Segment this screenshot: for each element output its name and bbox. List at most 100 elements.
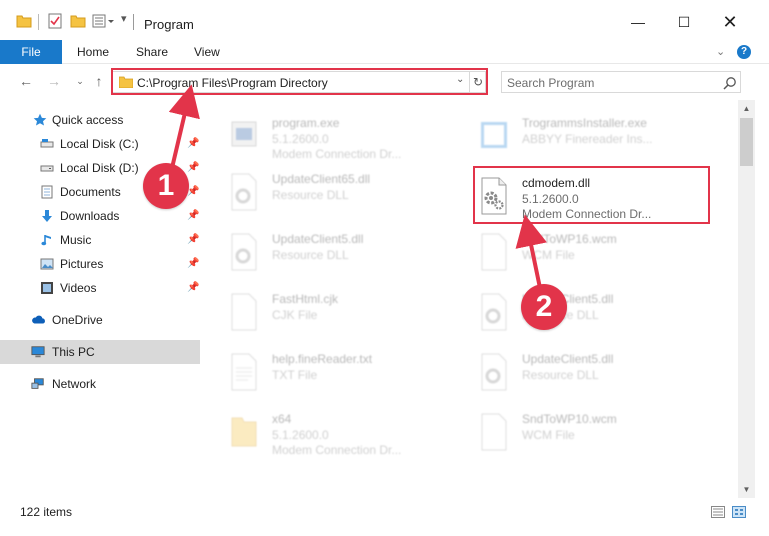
file-detail: Resource DLL <box>272 248 349 262</box>
tab-file[interactable]: File <box>0 40 62 64</box>
pin-icon[interactable]: 📌 <box>187 234 199 245</box>
tiles-view-icon[interactable] <box>732 506 746 518</box>
dll-gear-icon <box>231 233 257 271</box>
sidebar-item-label: Local Disk (C:) <box>60 137 139 151</box>
expand-ribbon-icon[interactable]: ⌄ <box>716 45 725 58</box>
file-item-help-finereader[interactable]: help.fineReader.txt TXT File <box>202 344 452 402</box>
navigation-pane: Quick access Local Disk (C:) 📌 Local Dis… <box>0 100 202 498</box>
file-item-x64[interactable]: x64 5.1.2600.0 Modem Connection Dr... <box>202 404 452 462</box>
exe-file-icon <box>481 122 507 148</box>
sidebar-item-local-disk-c[interactable]: Local Disk (C:) 📌 <box>0 132 200 156</box>
file-name: SndToWP16.wcm <box>522 232 617 246</box>
videos-icon <box>41 282 53 294</box>
help-icon[interactable]: ? <box>737 45 751 59</box>
address-bar-highlight <box>111 68 488 95</box>
file-name: program.exe <box>272 116 340 130</box>
text-file-icon <box>231 353 257 391</box>
sidebar-item-label: Local Disk (D:) <box>60 161 139 175</box>
recent-locations-icon[interactable]: ⌄ <box>72 73 88 89</box>
pin-icon[interactable]: 📌 <box>187 258 199 269</box>
sidebar-item-label: Music <box>60 233 92 247</box>
title-separator <box>133 14 134 30</box>
dll-gear-icon <box>231 173 257 211</box>
tab-view[interactable]: View <box>194 40 220 64</box>
file-item-updateclient5-c[interactable]: UpdateClient5.dll Resource DLL <box>452 344 702 402</box>
tab-share[interactable]: Share <box>136 40 168 64</box>
sidebar-item-music[interactable]: Music 📌 <box>0 228 200 252</box>
sidebar-item-label: Pictures <box>60 257 104 271</box>
file-name: help.fineReader.txt <box>272 352 373 366</box>
item-count: 122 items <box>20 505 73 519</box>
new-folder-icon[interactable] <box>70 13 86 29</box>
documents-icon <box>41 185 53 199</box>
properties-icon[interactable] <box>48 13 62 29</box>
file-item-updateclient5-b[interactable]: UpdateClient5.dll Resource DLL <box>452 284 702 342</box>
onedrive-icon <box>32 315 45 324</box>
dll-gear-icon <box>481 353 507 391</box>
close-button[interactable]: ✕ <box>718 12 742 32</box>
vertical-scrollbar[interactable]: ▲ ▼ <box>738 100 755 498</box>
file-name: UpdateClient5.dll <box>272 232 364 246</box>
details-view-icon[interactable] <box>711 506 725 518</box>
pin-icon[interactable]: 📌 <box>187 210 199 221</box>
pin-icon[interactable]: 📌 <box>187 138 199 149</box>
folder-icon <box>231 417 257 447</box>
file-name: x64 <box>272 412 292 426</box>
file-detail: CJK File <box>272 308 318 322</box>
blank-file-icon <box>481 233 507 271</box>
file-item-fasthtml[interactable]: FastHtml.cjk CJK File <box>202 284 452 342</box>
pin-icon[interactable]: 📌 <box>187 162 199 173</box>
file-item-sndtowp10[interactable]: SndToWP10.wcm WCM File <box>452 404 702 462</box>
file-detail: WCM File <box>522 248 575 262</box>
folder-icon[interactable] <box>16 13 32 29</box>
file-name: UpdateClient65.dll <box>272 172 371 186</box>
sidebar-item-label: Videos <box>60 281 97 295</box>
file-highlight <box>473 166 710 224</box>
tab-home[interactable]: Home <box>77 40 109 64</box>
sidebar-item-this-pc[interactable]: This PC <box>0 340 200 364</box>
file-detail: Resource DLL <box>522 368 599 382</box>
file-item-installer-exe[interactable]: TrogrammsInstaller.exe ABBYY Finereader … <box>452 108 702 166</box>
ribbon-tabs: File Home Share View ⌄ ? <box>0 40 769 64</box>
sidebar-item-network[interactable]: Network <box>0 372 200 396</box>
minimize-button[interactable]: — <box>626 12 650 32</box>
pictures-icon <box>40 258 54 270</box>
file-name: FastHtml.cjk <box>272 292 338 306</box>
callout-step-2: 2 <box>521 284 567 330</box>
sidebar-item-label: OneDrive <box>52 313 103 327</box>
file-name: TrogrammsInstaller.exe <box>522 116 647 130</box>
sidebar-item-onedrive[interactable]: OneDrive <box>0 308 200 332</box>
sidebar-item-videos[interactable]: Videos 📌 <box>0 276 200 300</box>
pin-icon[interactable]: 📌 <box>187 282 199 293</box>
file-name: SndToWP10.wcm <box>522 412 617 426</box>
sidebar-item-label: Network <box>52 377 97 391</box>
search-input[interactable] <box>507 75 717 90</box>
sidebar-item-pictures[interactable]: Pictures 📌 <box>0 252 200 276</box>
customize-toolbar-icon[interactable] <box>92 13 116 29</box>
file-item-sndtowp16[interactable]: SndToWP16.wcm WCM File <box>452 224 702 282</box>
file-item-updateclient65[interactable]: UpdateClient65.dll Resource DLL <box>202 164 452 222</box>
file-detail: WCM File <box>522 428 575 442</box>
sidebar-item-quick-access[interactable]: Quick access <box>0 108 200 132</box>
search-box[interactable] <box>501 71 741 93</box>
blank-file-icon <box>231 293 257 331</box>
dll-gear-icon <box>481 293 507 331</box>
scroll-up-button[interactable]: ▲ <box>738 100 755 117</box>
file-item-updateclient5[interactable]: UpdateClient5.dll Resource DLL <box>202 224 452 282</box>
back-icon[interactable]: ← <box>18 73 34 89</box>
file-detail: 5.1.2600.0 <box>272 132 329 146</box>
maximize-button[interactable]: ☐ <box>672 12 696 32</box>
file-detail: TXT File <box>272 368 318 382</box>
file-detail: Modem Connection Dr... <box>272 147 402 161</box>
scroll-thumb[interactable] <box>740 118 753 166</box>
forward-icon[interactable]: → <box>46 73 62 89</box>
sidebar-item-label: Quick access <box>52 113 124 127</box>
file-item-program-exe[interactable]: program.exe 5.1.2600.0 Modem Connection … <box>202 108 452 166</box>
scroll-down-button[interactable]: ▼ <box>738 481 755 498</box>
chevron-down-icon[interactable]: ▾ <box>121 12 127 25</box>
up-icon[interactable]: ↑ <box>91 73 107 89</box>
file-detail: 5.1.2600.0 <box>272 428 329 442</box>
music-icon <box>41 235 51 246</box>
exe-file-icon <box>231 121 257 147</box>
search-icon[interactable] <box>723 76 737 90</box>
